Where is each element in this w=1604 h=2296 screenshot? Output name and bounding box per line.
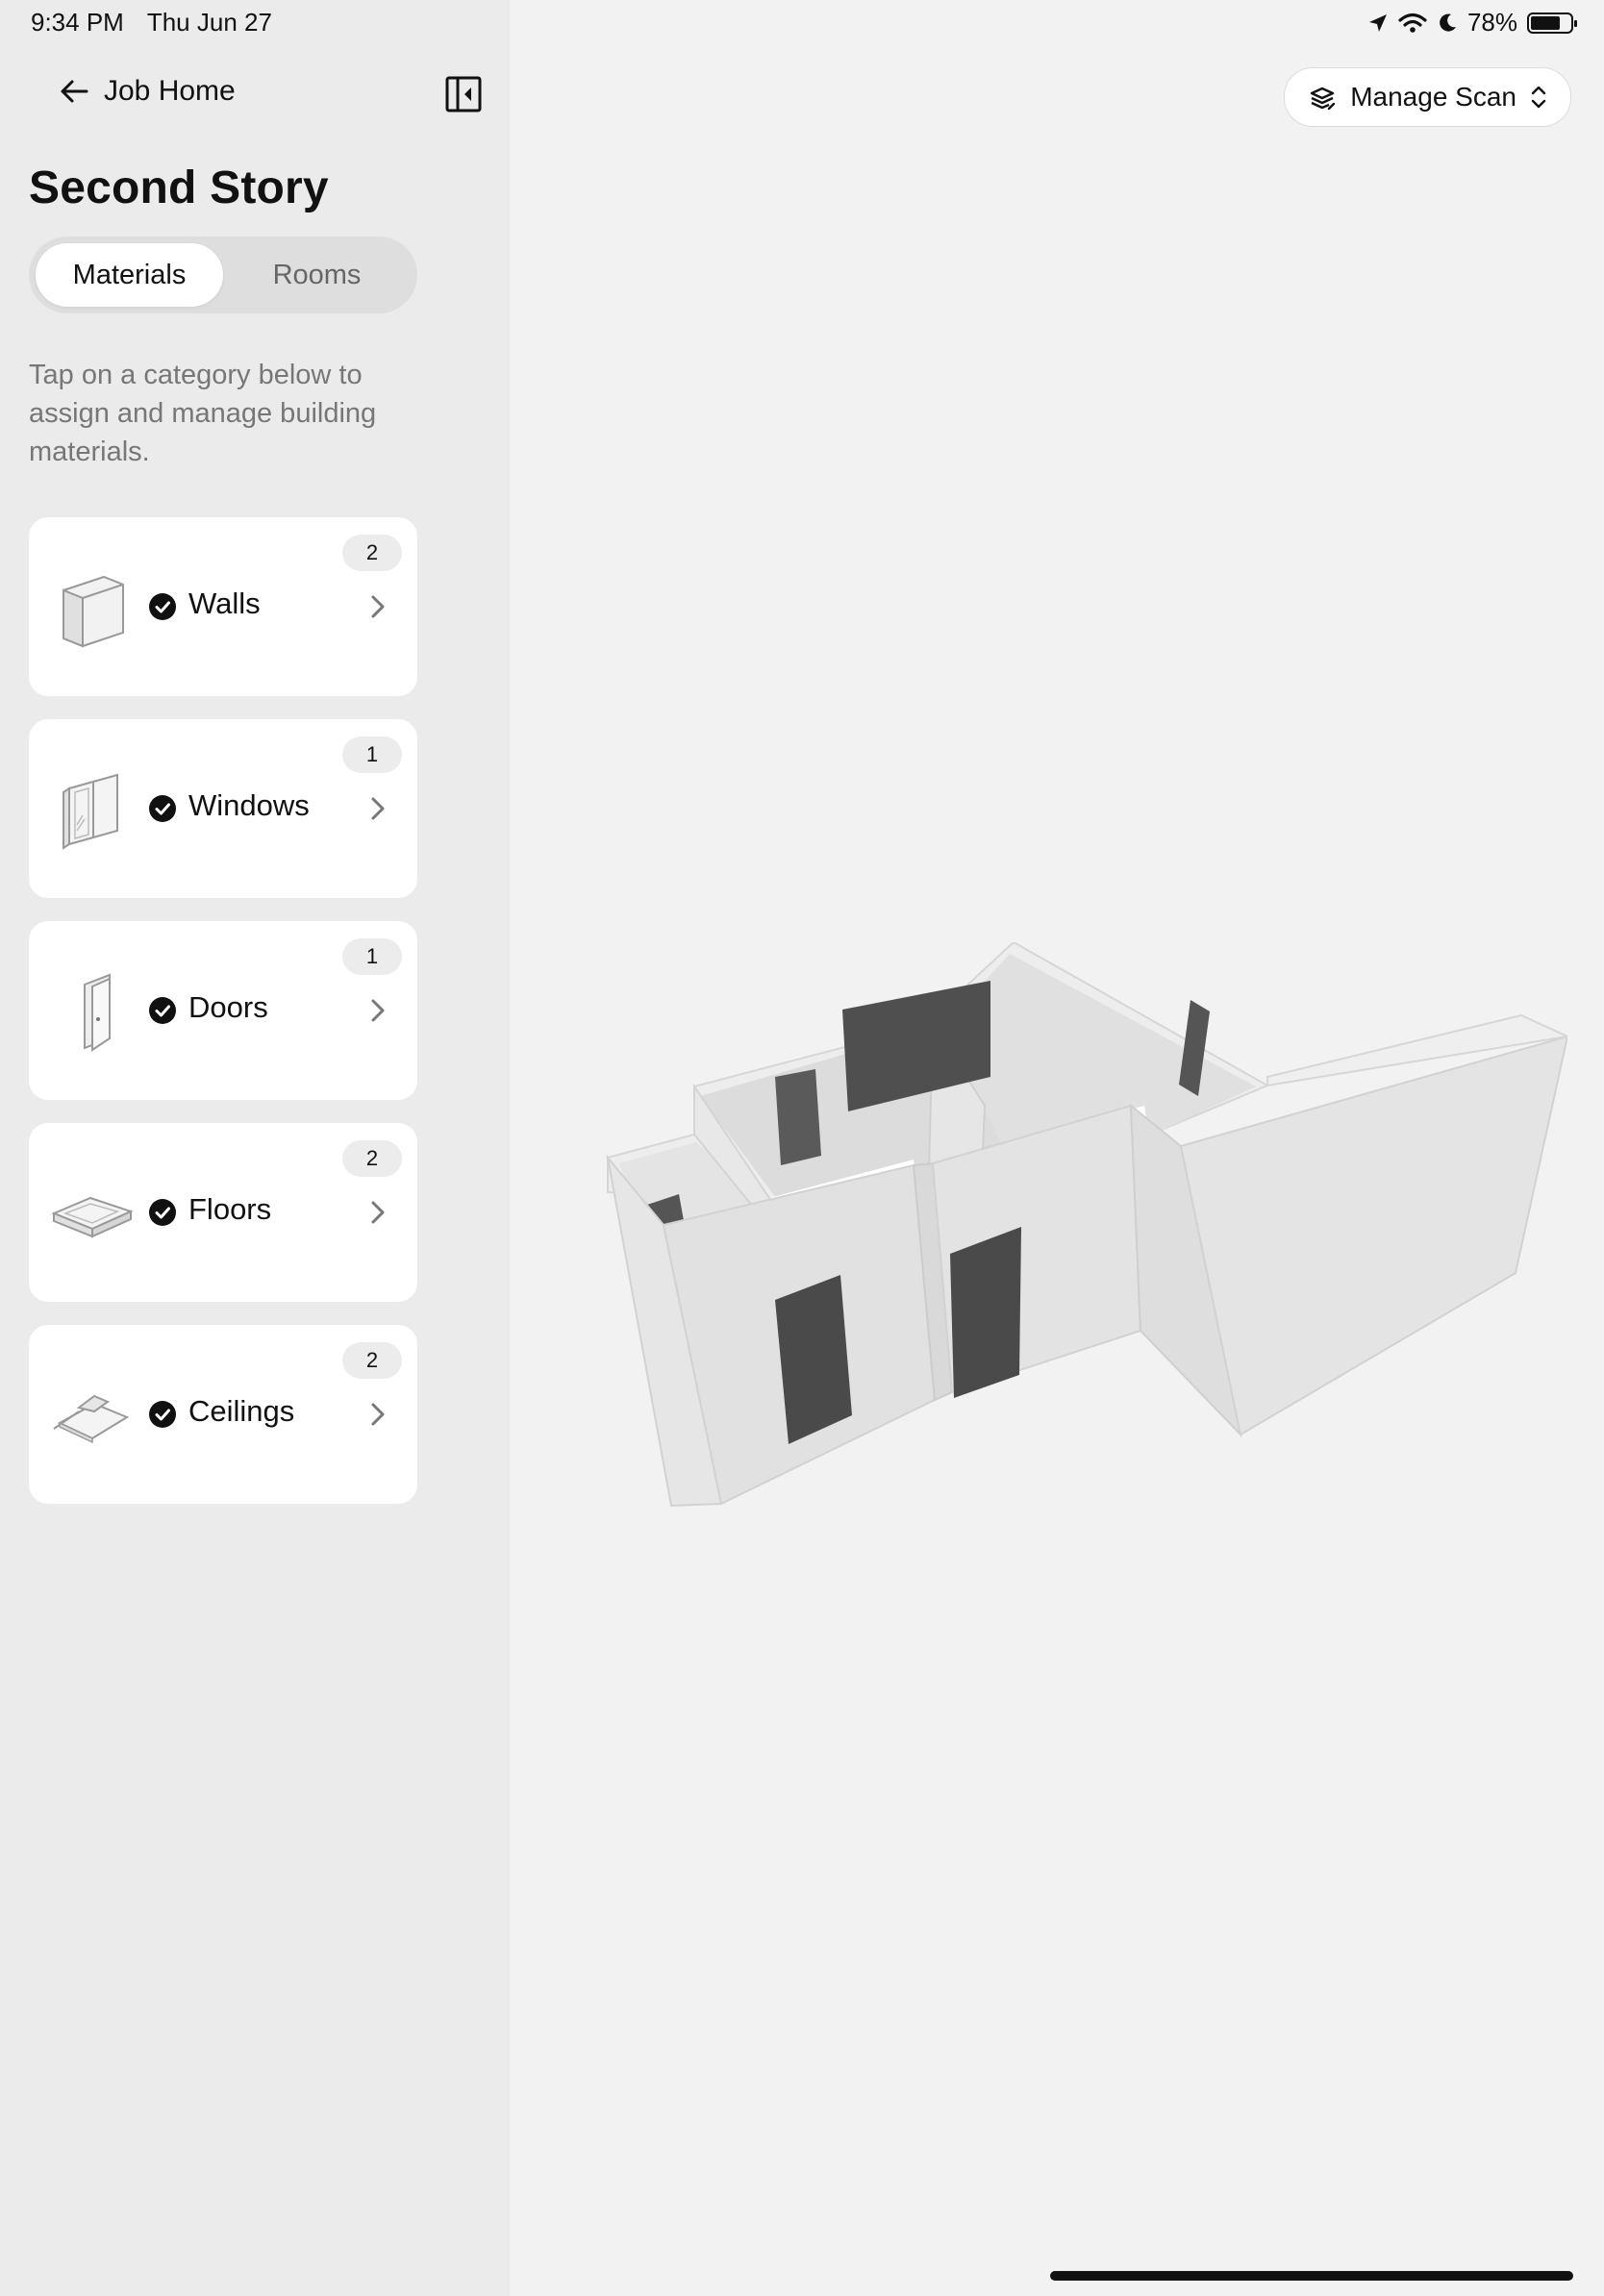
wifi-icon <box>1398 12 1427 33</box>
count-badge: 1 <box>342 736 402 773</box>
instructions-text: Tap on a category below to assign and ma… <box>29 360 377 467</box>
floor-icon <box>51 1196 134 1238</box>
page-title: Second Story <box>29 162 329 213</box>
ceiling-icon <box>53 1394 130 1444</box>
scan-layers-icon <box>1311 87 1336 111</box>
category-card-windows[interactable]: Windows 1 <box>29 719 417 898</box>
status-time: 9:34 PM <box>31 8 124 37</box>
check-circle-icon <box>149 795 176 822</box>
wall-icon <box>63 575 124 648</box>
status-date: Thu Jun 27 <box>146 8 272 37</box>
count-badge: 2 <box>342 1342 402 1379</box>
materials-rooms-segmented-control: Materials Rooms <box>29 237 417 313</box>
arrow-left-icon <box>61 80 88 103</box>
count-badge: 1 <box>342 938 402 975</box>
door-icon <box>84 973 111 1052</box>
sidebar: 9:34 PM Thu Jun 27 Job Home Second Story… <box>0 0 510 2296</box>
category-label: Ceilings <box>188 1394 295 1428</box>
category-label: Windows <box>188 788 310 822</box>
floor-plan-3d-model[interactable] <box>606 942 1567 1519</box>
chevron-right-icon <box>371 595 385 618</box>
segment-materials[interactable]: Materials <box>36 243 223 307</box>
chevron-up-down-icon <box>1531 86 1546 109</box>
scan-viewer[interactable]: 78% Manage Scan <box>510 0 1604 2296</box>
home-indicator <box>1050 2271 1573 2281</box>
category-label: Doors <box>188 990 268 1024</box>
category-card-doors[interactable]: Doors 1 <box>29 921 417 1100</box>
category-card-walls[interactable]: Walls 2 <box>29 517 417 696</box>
chevron-right-icon <box>371 797 385 820</box>
check-circle-icon <box>149 1401 176 1428</box>
category-label: Walls <box>188 586 261 620</box>
category-label: Floors <box>188 1192 272 1226</box>
window-icon <box>63 773 118 850</box>
battery-icon <box>1527 12 1577 34</box>
category-list: Walls 2 Windows 1 Doors 1 Floors 2 Ceili… <box>29 517 417 1527</box>
moon-icon <box>1440 13 1456 32</box>
location-icon <box>1368 13 1387 32</box>
sidebar-collapse-icon[interactable] <box>444 75 483 113</box>
chevron-right-icon <box>371 999 385 1022</box>
chevron-right-icon <box>371 1201 385 1224</box>
check-circle-icon <box>149 997 176 1024</box>
category-card-floors[interactable]: Floors 2 <box>29 1123 417 1302</box>
chevron-right-icon <box>371 1403 385 1426</box>
check-circle-icon <box>149 593 176 620</box>
manage-scan-button[interactable]: Manage Scan <box>1284 67 1571 127</box>
battery-percent: 78% <box>1466 8 1517 37</box>
status-bar-left: 9:34 PM Thu Jun 27 <box>31 8 272 37</box>
back-label: Job Home <box>104 75 236 107</box>
count-badge: 2 <box>342 1140 402 1177</box>
back-to-job-home-button[interactable]: Job Home <box>58 75 236 108</box>
status-bar-right: 78% <box>1367 8 1577 37</box>
category-card-ceilings[interactable]: Ceilings 2 <box>29 1325 417 1504</box>
segment-rooms[interactable]: Rooms <box>223 243 411 307</box>
check-circle-icon <box>149 1199 176 1226</box>
count-badge: 2 <box>342 535 402 571</box>
manage-scan-label: Manage Scan <box>1350 82 1516 112</box>
